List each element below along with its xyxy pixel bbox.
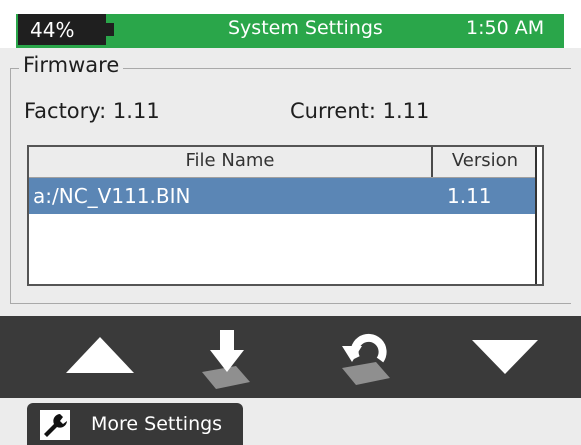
table-row[interactable]: a:/NC_V111.BIN 1.11	[29, 178, 537, 214]
up-arrow-icon	[66, 337, 134, 373]
window-title: System Settings	[228, 17, 383, 39]
more-settings-tab[interactable]: More Settings	[27, 403, 243, 445]
factory-version: Factory: 1.11	[24, 99, 160, 123]
status-bar: 44% System Settings 1:50 AM	[0, 0, 581, 48]
table-header: File Name Version	[29, 147, 542, 178]
table-scrollbar[interactable]	[535, 147, 542, 284]
column-header-version[interactable]: Version	[433, 147, 537, 177]
more-settings-label: More Settings	[91, 413, 223, 435]
clock: 1:50 AM	[466, 17, 545, 39]
scroll-down-button[interactable]	[456, 316, 556, 398]
battery-terminal	[106, 23, 114, 36]
restore-button[interactable]	[318, 316, 418, 398]
down-arrow-icon	[472, 340, 538, 374]
cell-version: 1.11	[447, 184, 492, 208]
restore-icon	[342, 333, 390, 385]
scroll-up-button[interactable]	[44, 316, 144, 398]
install-button[interactable]	[180, 316, 280, 398]
firmware-group-label: Firmware	[19, 53, 124, 77]
bottom-tab-bar: More Settings	[0, 398, 581, 445]
column-header-file-name[interactable]: File Name	[29, 147, 433, 177]
current-version: Current: 1.11	[290, 99, 430, 123]
cell-file-name: a:/NC_V111.BIN	[33, 184, 191, 208]
wrench-icon	[40, 410, 70, 440]
toolbar	[0, 316, 581, 398]
battery-indicator: 44%	[18, 14, 114, 45]
firmware-file-table[interactable]: File Name Version a:/NC_V111.BIN 1.11	[27, 145, 544, 286]
install-download-icon	[202, 330, 250, 389]
battery-percent: 44%	[30, 18, 75, 42]
